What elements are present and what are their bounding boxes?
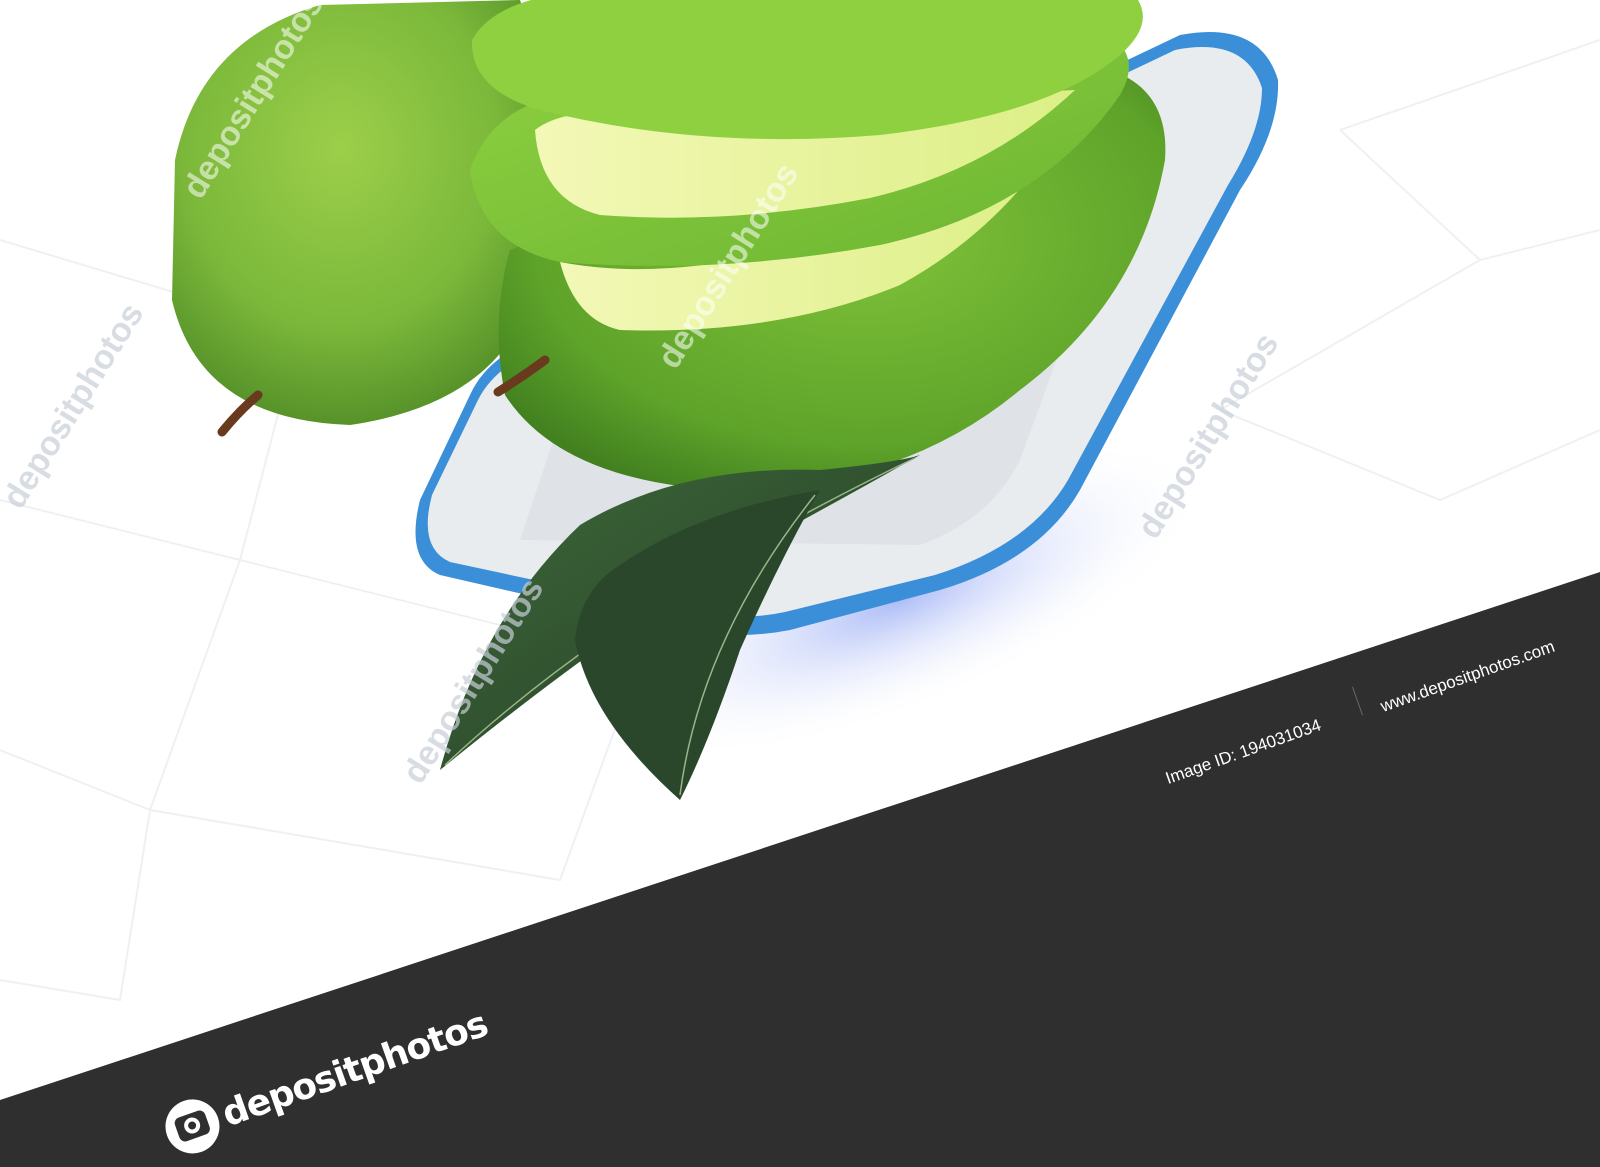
stock-photo: depositphotos depositphotos depositphoto… bbox=[0, 0, 1600, 1167]
mango-photo bbox=[0, 0, 1600, 1167]
